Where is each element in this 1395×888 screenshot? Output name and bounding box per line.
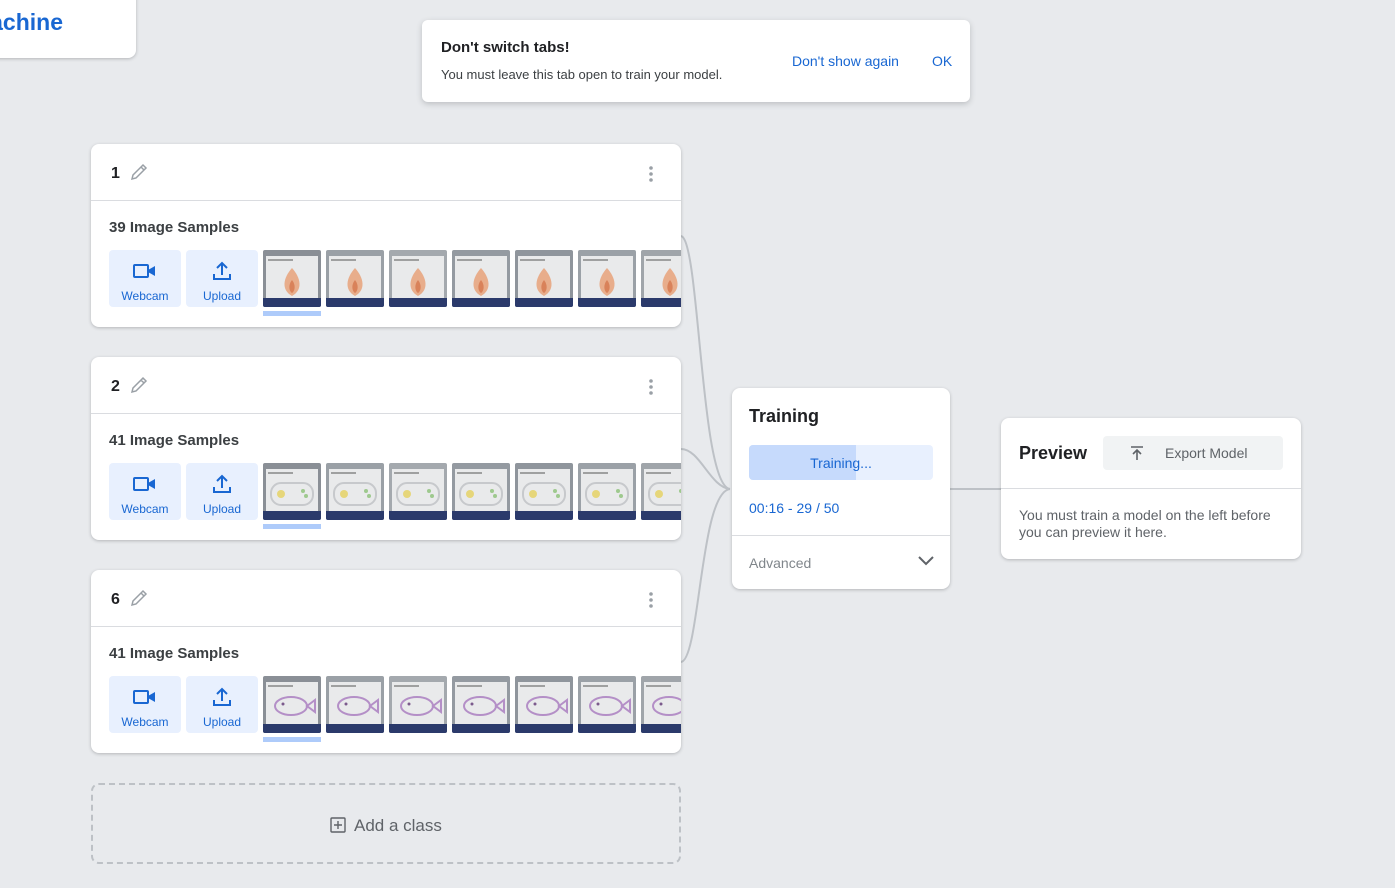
dont-switch-tabs-toast: Don't switch tabs! You must leave this t… (422, 20, 970, 102)
upload-label: Upload (202, 502, 242, 516)
webcam-icon (133, 264, 155, 278)
upload-icon (213, 687, 231, 706)
thumbnail-scrollbar[interactable] (263, 737, 321, 742)
sample-thumbnail[interactable] (389, 250, 447, 307)
sample-thumbnail[interactable] (263, 250, 321, 307)
advanced-toggle[interactable]: Advanced (732, 535, 950, 589)
sample-thumbnail[interactable] (326, 463, 384, 520)
upload-button[interactable]: Upload (186, 676, 258, 733)
edit-icon[interactable] (129, 162, 149, 182)
class-name: 2 (111, 378, 120, 395)
sample-thumbnail[interactable] (641, 463, 681, 520)
upload-button[interactable]: Upload (186, 250, 258, 307)
sample-thumbnail[interactable] (326, 676, 384, 733)
sample-thumbnail[interactable] (578, 676, 636, 733)
class-name: 1 (111, 165, 120, 182)
preview-header: Preview Export Model (1001, 418, 1301, 489)
add-class-label: Add a class (354, 816, 442, 835)
webcam-label: Webcam (121, 289, 169, 303)
sample-count: 41 Image Samples (109, 432, 240, 449)
upload-label: Upload (202, 289, 242, 303)
toast-title: Don't switch tabs! (441, 39, 570, 56)
export-model-label: Export Model (1165, 445, 1248, 461)
webcam-label: Webcam (121, 715, 169, 729)
sample-thumbnail[interactable] (263, 676, 321, 733)
sample-thumbnail[interactable] (515, 250, 573, 307)
advanced-label: Advanced (749, 555, 812, 571)
train-button-label: Training... (810, 455, 872, 471)
add-box-icon (330, 817, 346, 833)
sample-count: 39 Image Samples (109, 219, 240, 236)
sample-thumbnail[interactable] (452, 676, 510, 733)
class-header: 1 (91, 144, 681, 201)
export-model-button[interactable]: Export Model (1103, 436, 1283, 470)
class-header: 6 (91, 570, 681, 627)
toast-message: You must leave this tab open to train yo… (441, 67, 723, 82)
webcam-button[interactable]: Webcam (109, 250, 181, 307)
preview-message: You must train a model on the left befor… (1019, 507, 1271, 540)
sample-thumbnail[interactable] (452, 250, 510, 307)
training-title: Training (749, 406, 820, 426)
chevron-down-icon (918, 556, 934, 566)
webcam-button[interactable]: Webcam (109, 463, 181, 520)
thumbnail-scrollbar[interactable] (263, 311, 321, 316)
webcam-button[interactable]: Webcam (109, 676, 181, 733)
webcam-label: Webcam (121, 502, 169, 516)
more-vert-icon[interactable] (643, 591, 659, 609)
thumbnail-scrollbar[interactable] (263, 524, 321, 529)
upload-icon (213, 474, 231, 493)
dont-show-again-button[interactable]: Don't show again (792, 53, 899, 69)
class-card-6: 6 41 Image Samples Webcam Upload (91, 570, 681, 753)
more-vert-icon[interactable] (643, 378, 659, 396)
sample-thumbnail[interactable] (389, 676, 447, 733)
edit-icon[interactable] (129, 588, 149, 608)
sample-thumbnail[interactable] (641, 676, 681, 733)
more-vert-icon[interactable] (643, 165, 659, 183)
class-header: 2 (91, 357, 681, 414)
app-logo-text: Teachable Machine (0, 9, 63, 35)
preview-title: Preview (1019, 443, 1088, 463)
sample-thumbnail[interactable] (578, 250, 636, 307)
train-model-button[interactable]: Training... (749, 445, 933, 480)
training-panel: Training Training... 00:16 - 29 / 50 Adv… (732, 388, 950, 589)
class-card-2: 2 41 Image Samples Webcam Upload (91, 357, 681, 540)
edit-icon[interactable] (129, 375, 149, 395)
class-card-1: 1 39 Image Samples Webcam Upload (91, 144, 681, 327)
export-icon (1131, 446, 1143, 460)
upload-icon (213, 261, 231, 280)
sample-thumbnail[interactable] (515, 463, 573, 520)
preview-panel: Preview Export Model You must train a mo… (1001, 418, 1301, 559)
sample-thumbnail[interactable] (389, 463, 447, 520)
upload-button[interactable]: Upload (186, 463, 258, 520)
sample-thumbnail[interactable] (326, 250, 384, 307)
class-name: 6 (111, 591, 120, 608)
training-status: 00:16 - 29 / 50 (749, 500, 840, 516)
sample-thumbnail[interactable] (452, 463, 510, 520)
webcam-icon (133, 477, 155, 491)
upload-label: Upload (202, 715, 242, 729)
sample-thumbnail[interactable] (263, 463, 321, 520)
webcam-icon (133, 690, 155, 704)
sample-count: 41 Image Samples (109, 645, 240, 662)
app-logo[interactable]: Teachable Machine (0, 0, 136, 58)
sample-thumbnail[interactable] (641, 250, 681, 307)
ok-button[interactable]: OK (932, 53, 952, 69)
sample-thumbnail[interactable] (578, 463, 636, 520)
add-class-button[interactable]: Add a class (91, 783, 681, 864)
sample-thumbnail[interactable] (515, 676, 573, 733)
